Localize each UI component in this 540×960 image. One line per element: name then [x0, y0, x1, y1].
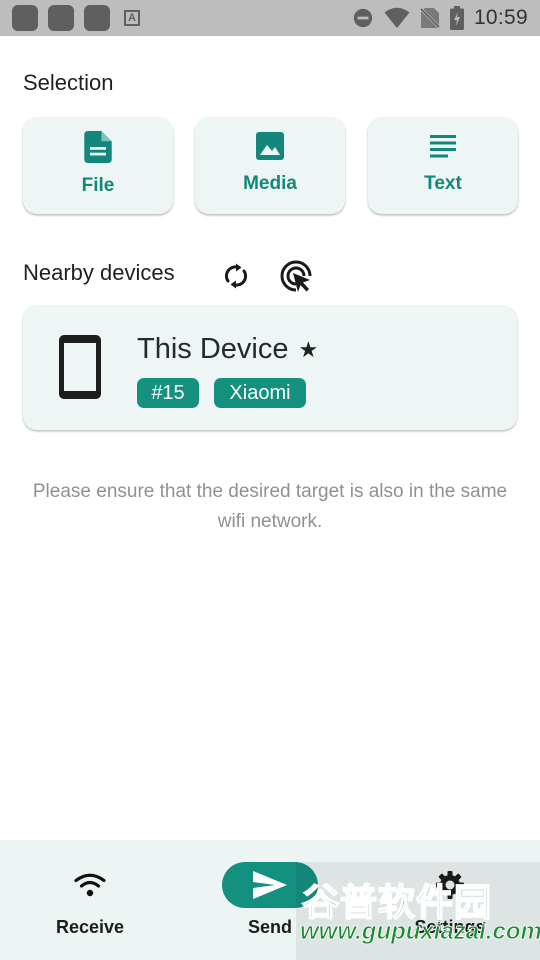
status-bar: A 10:59	[0, 0, 540, 36]
wifi-icon	[74, 873, 106, 897]
clock: 10:59	[473, 6, 528, 29]
file-button[interactable]: File	[23, 117, 173, 214]
do-not-disturb-icon	[353, 8, 373, 28]
nav-receive-icon-wrap	[42, 862, 138, 908]
device-brand-tag: Xiaomi	[214, 378, 306, 408]
send-icon	[253, 871, 287, 899]
watermark: 谷普软件园 www.gupuxiazai.com	[296, 862, 540, 960]
app-icon	[84, 5, 110, 31]
refresh-button[interactable]	[218, 258, 254, 294]
watermark-url: www.gupuxiazai.com	[300, 918, 540, 946]
scan-button[interactable]	[278, 258, 314, 294]
app-icon	[12, 5, 38, 31]
a-letter-icon: A	[124, 10, 140, 26]
nav-receive-label: Receive	[55, 917, 125, 937]
nearby-devices-title: Nearby devices	[23, 260, 175, 285]
device-name-row: This Device ★	[137, 333, 318, 366]
nav-receive[interactable]: Receive	[0, 840, 180, 960]
target-cursor-icon	[280, 260, 312, 292]
text-button-label: Text	[424, 173, 462, 194]
app-icon	[48, 5, 74, 31]
text-button[interactable]: Text	[368, 117, 518, 214]
wifi-signal-icon	[384, 7, 410, 28]
screen: A 10:59 Selection File Media Text Nearby…	[0, 0, 540, 960]
battery-charging-icon	[449, 6, 464, 30]
device-id-tag: #15	[137, 378, 199, 408]
file-icon	[84, 131, 112, 163]
image-icon	[256, 132, 284, 160]
device-name: This Device	[137, 333, 289, 365]
refresh-icon	[224, 263, 248, 289]
network-hint: Please ensure that the desired target is…	[32, 481, 508, 532]
text-lines-icon	[430, 135, 456, 158]
file-button-label: File	[81, 175, 115, 196]
star-icon: ★	[298, 336, 319, 362]
smartphone-icon	[59, 335, 101, 399]
media-button-label: Media	[243, 173, 297, 194]
selection-title: Selection	[23, 70, 114, 95]
media-button[interactable]: Media	[195, 117, 345, 214]
device-card[interactable]: This Device ★ #15 Xiaomi	[23, 305, 517, 430]
system-icons: 10:59	[352, 6, 528, 30]
no-sim-icon	[419, 7, 440, 29]
